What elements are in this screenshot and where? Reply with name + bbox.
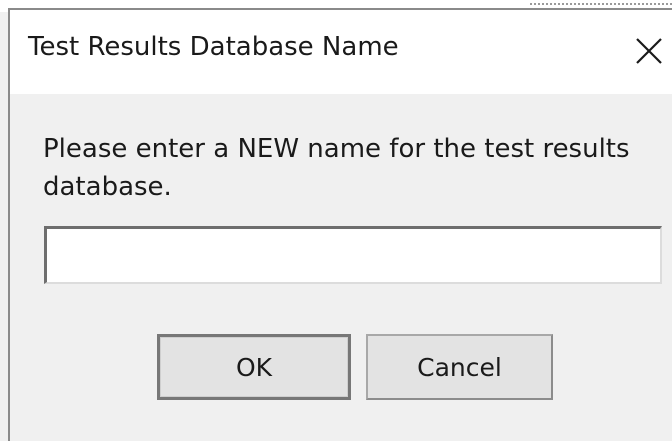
ok-button[interactable]: OK <box>157 334 351 400</box>
database-name-input[interactable] <box>44 226 662 284</box>
database-name-dialog: Test Results Database Name Please enter … <box>0 0 672 441</box>
cancel-button[interactable]: Cancel <box>366 334 553 400</box>
dotted-divider <box>530 3 672 5</box>
cancel-button-label: Cancel <box>417 352 502 382</box>
prompt-text: Please enter a NEW name for the test res… <box>43 134 630 202</box>
ok-button-label: OK <box>235 352 273 382</box>
